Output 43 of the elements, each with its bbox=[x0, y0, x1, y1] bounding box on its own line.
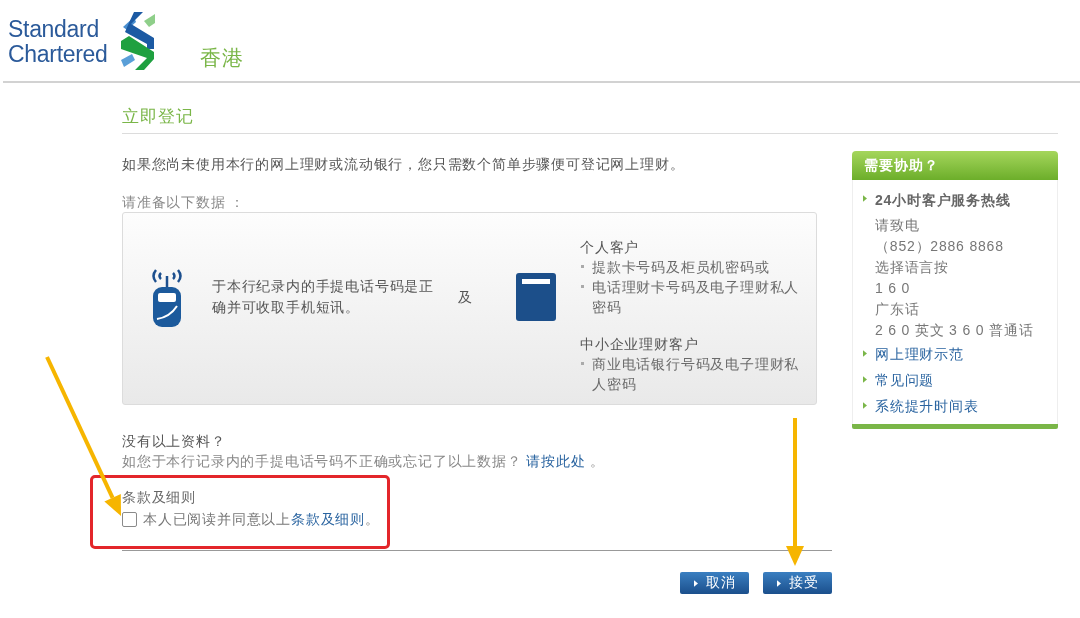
requirement-text: 提款卡号码及柜员机密码或 bbox=[592, 258, 771, 277]
help-link[interactable]: 常见问题 bbox=[875, 367, 935, 393]
customer-type-title: 个人客户 bbox=[580, 238, 641, 257]
bullet-icon bbox=[581, 265, 584, 268]
help-text: 选择语言按 bbox=[875, 258, 950, 277]
help-text: （852）2886 8868 bbox=[875, 237, 1005, 256]
form-button[interactable]: 接受 bbox=[763, 572, 832, 594]
help-text: 2 6 0 英文 3 6 0 普通话 bbox=[875, 321, 1034, 340]
conjunction-text: 及 bbox=[458, 287, 472, 307]
terms-title: 条款及细则 bbox=[122, 488, 197, 507]
requirement-text: 商业电话银行号码及电子理财私人密码 bbox=[592, 355, 801, 394]
checkbox[interactable] bbox=[122, 511, 137, 527]
phone-requirement-text: 于本行纪录内的手提电话号码是正确并可收取手机短讯。 bbox=[212, 276, 435, 317]
region-label: 香港 bbox=[199, 45, 244, 71]
brand-name: Standard bbox=[8, 17, 100, 42]
prepare-label: 请准备以下数据 ： bbox=[122, 193, 247, 212]
requirement-text: 电话理财卡号码及电子理财私人密码 bbox=[592, 278, 801, 317]
terms-link[interactable]: 条款及细则 bbox=[291, 511, 365, 527]
triangle-icon bbox=[693, 579, 698, 587]
intro-text: 如果您尚未使用本行的网上理财或流动银行，您只需数个简单步骤便可登记网上理财。 bbox=[122, 155, 686, 174]
missing-info-title: 没有以上资料？ bbox=[122, 432, 227, 451]
triangle-icon bbox=[776, 579, 781, 587]
triangle-icon bbox=[863, 376, 867, 383]
customer-type-title: 中小企业理财客户 bbox=[580, 335, 700, 354]
page-title: 立即登记 bbox=[122, 107, 1058, 134]
triangle-icon bbox=[863, 195, 867, 202]
form-button[interactable]: 取消 bbox=[680, 572, 749, 594]
help-text: 广东话 bbox=[875, 300, 921, 319]
help-link[interactable]: 系统提升时间表 bbox=[875, 393, 979, 419]
calculator-icon bbox=[516, 272, 556, 321]
triangle-icon bbox=[863, 402, 867, 409]
help-text: 请致电 bbox=[875, 216, 921, 235]
brand-name: Chartered bbox=[8, 42, 108, 67]
hotline-title: 24小时客户服务热线 bbox=[875, 191, 1012, 210]
help-panel-header: 需要协助？ bbox=[852, 151, 1058, 180]
missing-info-text: 如您于本行记录内的手提电话号码不正确或忘记了以上数据？ 请按此处 。 bbox=[122, 452, 607, 471]
triangle-icon bbox=[863, 350, 867, 357]
click-here-link[interactable]: 请按此处 bbox=[526, 453, 586, 469]
help-link[interactable]: 网上理财示范 bbox=[875, 341, 964, 367]
help-text: 1 6 0 bbox=[875, 279, 912, 298]
terms-agree-text: 本人已阅读并同意以上条款及细则。 bbox=[143, 510, 380, 529]
bullet-icon bbox=[581, 362, 584, 365]
bullet-icon bbox=[581, 285, 584, 288]
